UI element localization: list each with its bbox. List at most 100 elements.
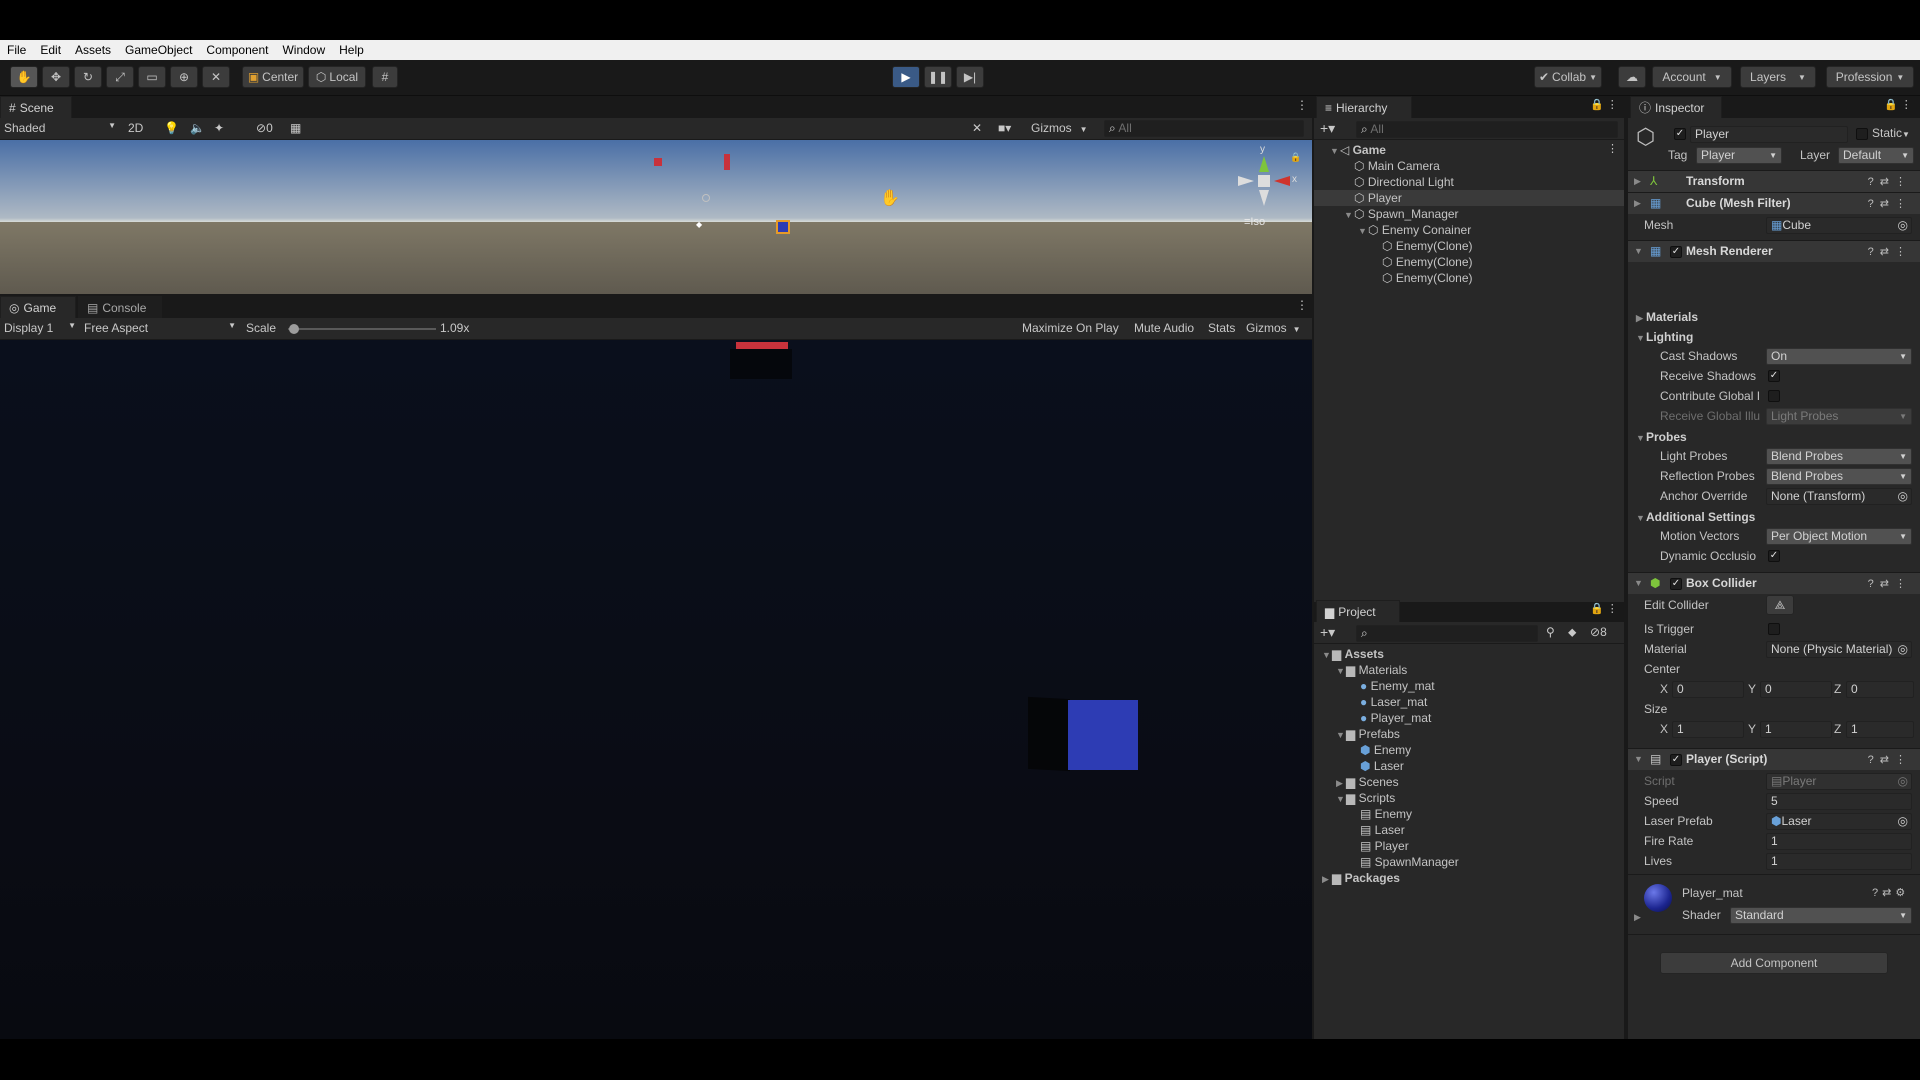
- game-menu-icon[interactable]: ⋮: [1296, 298, 1308, 312]
- component-help-preset-menu-icons[interactable]: ?⇄⋮: [1868, 753, 1912, 766]
- stats-toggle[interactable]: Stats: [1208, 321, 1235, 335]
- collapse-arrow-icon[interactable]: ▶: [1336, 775, 1346, 791]
- project-asset[interactable]: ▤ Player: [1360, 838, 1409, 854]
- material-sphere-preview[interactable]: [1644, 884, 1672, 912]
- hierarchy-item[interactable]: ⬡ Enemy(Clone): [1314, 254, 1624, 270]
- size-x-input[interactable]: 1: [1672, 721, 1744, 738]
- expand-arrow-icon[interactable]: ▼: [1336, 791, 1346, 807]
- scale-slider-thumb[interactable]: [288, 324, 299, 334]
- additional-settings-foldout[interactable]: ▼Additional Settings: [1636, 508, 1755, 526]
- receive-shadows-checkbox[interactable]: ✓: [1768, 370, 1780, 382]
- expand-arrow-icon[interactable]: ▼: [1634, 754, 1644, 764]
- hand-tool-icon[interactable]: ✋: [10, 66, 38, 88]
- menu-component[interactable]: Component: [199, 43, 275, 57]
- menu-window[interactable]: Window: [275, 43, 332, 57]
- pause-button[interactable]: ❚❚: [924, 66, 952, 88]
- project-asset[interactable]: ● Laser_mat: [1360, 694, 1427, 710]
- mesh-filter-component-header[interactable]: ▶ ▦ Cube (Mesh Filter) ?⇄⋮: [1628, 192, 1920, 214]
- shader-dropdown[interactable]: Standard ▼: [1730, 907, 1912, 924]
- dynamic-occlusion-checkbox[interactable]: ✓: [1768, 550, 1780, 562]
- project-asset[interactable]: ● Player_mat: [1360, 710, 1431, 726]
- size-z-input[interactable]: 1: [1846, 721, 1914, 738]
- anchor-override-field[interactable]: None (Transform) ◎: [1766, 488, 1912, 505]
- hierarchy-item[interactable]: ⬡ Enemy(Clone): [1314, 270, 1624, 286]
- probes-foldout[interactable]: ▼Probes: [1636, 428, 1687, 446]
- display-dropdown[interactable]: Display 1 ▼: [4, 321, 76, 335]
- menu-edit[interactable]: Edit: [33, 43, 68, 57]
- cast-shadows-dropdown[interactable]: On ▼: [1766, 348, 1912, 365]
- projection-toggle[interactable]: ≡Iso: [1244, 216, 1265, 228]
- project-folder[interactable]: ▼▆ Prefabs: [1336, 726, 1400, 742]
- step-button[interactable]: ▶|: [956, 66, 984, 88]
- scale-slider[interactable]: [288, 324, 436, 334]
- expand-arrow-icon[interactable]: ▼: [1634, 246, 1644, 256]
- camera-icon[interactable]: ■▾: [998, 121, 1011, 135]
- hierarchy-item[interactable]: ⬡ Enemy(Clone): [1314, 238, 1624, 254]
- expand-arrow-icon[interactable]: ▼: [1322, 647, 1332, 663]
- project-asset[interactable]: ▤ SpawnManager: [1360, 854, 1459, 870]
- mute-audio-toggle[interactable]: Mute Audio: [1134, 321, 1194, 335]
- object-picker-icon[interactable]: ◎: [1898, 642, 1908, 657]
- size-y-input[interactable]: 1: [1760, 721, 1832, 738]
- tab-scene[interactable]: # Scene: [0, 96, 72, 118]
- scene-menu-icon[interactable]: ⋮: [1296, 98, 1308, 112]
- neg-x-axis-cone[interactable]: [1238, 176, 1254, 186]
- tag-dropdown[interactable]: Player ▼: [1696, 147, 1782, 164]
- rotate-tool-icon[interactable]: ↻: [74, 66, 102, 88]
- object-picker-icon[interactable]: ◎: [1898, 814, 1908, 829]
- expand-arrow-icon[interactable]: ▼: [1344, 207, 1354, 223]
- hidden-packages-toggle[interactable]: ⊘8: [1590, 625, 1607, 639]
- hierarchy-item[interactable]: ⬡ Player: [1314, 190, 1624, 206]
- center-x-input[interactable]: 0: [1672, 681, 1744, 698]
- inspector-lock-icon[interactable]: 🔒 ⋮: [1884, 98, 1912, 111]
- custom-tool-icon[interactable]: ✕: [202, 66, 230, 88]
- project-asset[interactable]: ▤ Enemy: [1360, 806, 1412, 822]
- account-dropdown[interactable]: Account ▼: [1652, 66, 1732, 88]
- lighting-toggle-icon[interactable]: 💡: [164, 121, 179, 135]
- center-z-input[interactable]: 0: [1846, 681, 1914, 698]
- player-script-component-header[interactable]: ▼ ▤ ✓ Player (Script) ?⇄⋮: [1628, 748, 1920, 770]
- tab-hierarchy[interactable]: ≡ Hierarchy: [1316, 96, 1412, 118]
- transform-tool-icon[interactable]: ⊕: [170, 66, 198, 88]
- component-help-preset-menu-icons[interactable]: ?⇄⋮: [1868, 197, 1912, 210]
- lighting-foldout[interactable]: ▼Lighting: [1636, 328, 1693, 346]
- hierarchy-item[interactable]: ▼⬡ Spawn_Manager: [1314, 206, 1624, 222]
- box-collider-component-header[interactable]: ▼ ⬢ ✓ Box Collider ?⇄⋮: [1628, 572, 1920, 594]
- edit-collider-button[interactable]: ⟁: [1766, 595, 1794, 615]
- shading-mode-dropdown[interactable]: Shaded ▼: [4, 121, 116, 135]
- x-axis-cone[interactable]: [1274, 176, 1290, 186]
- lives-input[interactable]: 1: [1766, 853, 1912, 870]
- hidden-objects-toggle[interactable]: ⊘0: [256, 121, 273, 135]
- project-asset[interactable]: ● Enemy_mat: [1360, 678, 1435, 694]
- player-scene-object[interactable]: [776, 220, 790, 234]
- collapse-arrow-icon[interactable]: ▶: [1322, 871, 1332, 887]
- hierarchy-item[interactable]: ⬡ Main Camera: [1314, 158, 1624, 174]
- lock-icon[interactable]: 🔒: [1290, 152, 1301, 163]
- tools-icon[interactable]: ✕: [972, 121, 982, 135]
- object-picker-icon[interactable]: ◎: [1898, 218, 1908, 233]
- hierarchy-item[interactable]: ▼⬡ Enemy Conainer: [1314, 222, 1624, 238]
- scene-search-input[interactable]: ⌕ All: [1104, 120, 1304, 137]
- contribute-gi-checkbox[interactable]: [1768, 390, 1780, 402]
- project-lock-icon[interactable]: 🔒 ⋮: [1590, 602, 1618, 615]
- grid-snap-icon[interactable]: #: [372, 66, 398, 88]
- light-probes-dropdown[interactable]: Blend Probes ▼: [1766, 448, 1912, 465]
- component-help-preset-menu-icons[interactable]: ?⇄⋮: [1868, 175, 1912, 188]
- project-folder[interactable]: ▼▆ Materials: [1336, 662, 1407, 678]
- project-asset[interactable]: ▤ Laser: [1360, 822, 1405, 838]
- project-folder[interactable]: ▼▆ Scripts: [1336, 790, 1395, 806]
- expand-arrow-icon[interactable]: ▼: [1358, 223, 1368, 239]
- menu-help[interactable]: Help: [332, 43, 371, 57]
- box-collider-enabled-checkbox[interactable]: ✓: [1670, 578, 1682, 590]
- hierarchy-item[interactable]: ⬡ Directional Light: [1314, 174, 1624, 190]
- grid-toggle-icon[interactable]: ▦: [290, 121, 301, 135]
- game-gizmos-dropdown[interactable]: Gizmos ▼: [1246, 321, 1301, 335]
- project-folder[interactable]: ▼▆ Assets: [1322, 646, 1384, 662]
- collapse-arrow-icon[interactable]: ▶: [1634, 198, 1644, 209]
- fire-rate-input[interactable]: 1: [1766, 833, 1912, 850]
- collab-dropdown[interactable]: ✔ Collab ▼: [1534, 66, 1602, 88]
- player-script-enabled-checkbox[interactable]: ✓: [1670, 754, 1682, 766]
- project-search-input[interactable]: ⌕: [1356, 625, 1538, 642]
- enemy-scene-object[interactable]: [724, 154, 730, 170]
- add-component-button[interactable]: Add Component: [1660, 952, 1888, 974]
